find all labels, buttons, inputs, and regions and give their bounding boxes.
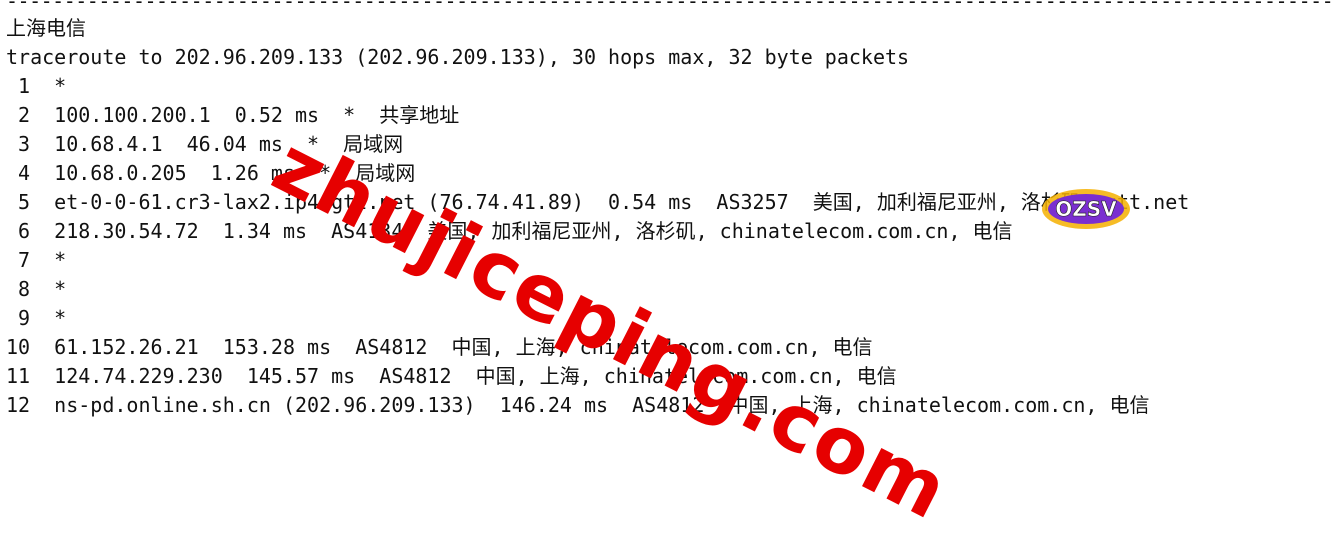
hop-line: 4 10.68.0.205 1.26 ms * 局域网 (6, 161, 416, 185)
terminal-output: ----------------------------------------… (0, 0, 1336, 437)
hop-line: 11 124.74.229.230 145.57 ms AS4812 中国, 上… (6, 364, 897, 388)
hop-line: 5 et-0-0-61.cr3-lax2.ip4.gtt.net (76.74.… (6, 190, 1190, 214)
region-title: 上海电信 (6, 16, 86, 40)
hop-line: 12 ns-pd.online.sh.cn (202.96.209.133) 1… (6, 393, 1150, 417)
hop-line: 1 * (6, 74, 67, 98)
hop-line: 6 218.30.54.72 1.34 ms AS4134 美国, 加利福尼亚州… (6, 219, 1013, 243)
hop-line: 9 * (6, 306, 67, 330)
hop-line: 8 * (6, 277, 67, 301)
hop-line: 10 61.152.26.21 153.28 ms AS4812 中国, 上海,… (6, 335, 873, 359)
hop-line: 3 10.68.4.1 46.04 ms * 局域网 (6, 132, 404, 156)
separator-line: ----------------------------------------… (6, 0, 1336, 13)
traceroute-header: traceroute to 202.96.209.133 (202.96.209… (6, 45, 910, 69)
hop-line: 2 100.100.200.1 0.52 ms * 共享地址 (6, 103, 460, 127)
hop-line: 7 * (6, 248, 67, 272)
